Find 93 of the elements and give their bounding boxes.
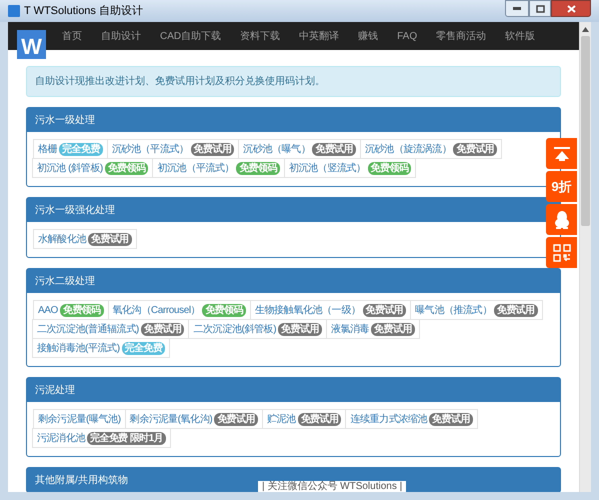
penguin-button[interactable] xyxy=(546,204,577,235)
design-item-link[interactable]: AAO 免费领码 xyxy=(33,300,109,320)
status-badge: 免费试用 xyxy=(190,142,234,156)
back-to-top-button[interactable] xyxy=(546,138,577,169)
item-label: 污泥消化池 xyxy=(37,432,86,446)
status-badge: 免费试用 xyxy=(140,322,184,336)
item-label: 二次沉淀池(斜管板) xyxy=(193,322,276,336)
panel-title: 污泥处理 xyxy=(27,378,560,402)
status-badge: 免费领码 xyxy=(104,162,148,174)
item-label: 生物接触氧化池（一级） xyxy=(254,304,360,318)
design-item-link[interactable]: 贮泥池 免费试用 xyxy=(262,409,346,429)
status-badge: 免费试用 xyxy=(453,142,498,156)
design-item-link[interactable]: 初沉池（竖流式） 免费领码 xyxy=(284,158,416,178)
design-item-link[interactable]: 连续重力式浓缩池 免费试用 xyxy=(345,409,478,429)
design-item-link[interactable]: 格栅 完全免费 xyxy=(33,139,108,159)
panel-title: 污水二级处理 xyxy=(27,269,560,293)
design-item-link[interactable]: 生物接触氧化池（一级） 免费试用 xyxy=(250,300,412,320)
status-badge: 完全免费 限时1月 xyxy=(87,432,166,444)
status-badge: 免费试用 xyxy=(88,232,132,246)
status-badge: 免费试用 xyxy=(298,412,342,426)
nav-link[interactable]: CAD自助下载 xyxy=(160,28,222,44)
design-item-link[interactable]: 沉砂池（曝气） 免费试用 xyxy=(238,139,362,159)
design-item-link[interactable]: 液氯消毒 免费试用 xyxy=(326,319,420,339)
item-label: 初沉池 (斜管板) xyxy=(37,162,103,176)
item-label: 接触消毒池(平流式) xyxy=(37,342,120,356)
design-item-link[interactable]: 初沉池 (斜管板) 免费领码 xyxy=(32,158,154,178)
panel-title: 污水一级强化处理 xyxy=(27,198,560,222)
design-item-link[interactable]: 污泥消化池 完全免费 限时1月 xyxy=(32,428,171,448)
status-badge: 免费试用 xyxy=(371,322,415,336)
item-label: 沉砂池（曝气） xyxy=(243,142,310,156)
design-item-link[interactable]: 沉砂池（旋流涡流） 免费试用 xyxy=(360,139,502,159)
design-item-link[interactable]: 氧化沟（Carrousel） 免费领码 xyxy=(108,300,251,320)
logo: W xyxy=(17,30,46,59)
design-item-link[interactable]: 接触消毒池(平流式) 完全免费 xyxy=(32,338,170,358)
status-badge: 完全免费 xyxy=(59,142,103,156)
design-item-link[interactable]: 沉砂池（平流式） 免费试用 xyxy=(106,139,240,159)
arrow-up-icon xyxy=(554,146,570,160)
item-label: 沉砂池（旋流涡流） xyxy=(365,142,452,156)
minimize-icon xyxy=(513,7,521,10)
status-badge: 免费领码 xyxy=(60,304,104,316)
notice-alert: 自助设计现推出改进计划、免费试用计划及积分兑换使用码计划。 xyxy=(26,66,561,97)
design-item-link[interactable]: 二次沉淀池(普通辐流式) 免费试用 xyxy=(32,319,190,339)
item-label: 初沉池（平流式） xyxy=(157,162,234,176)
item-label: 初沉池（竖流式） xyxy=(288,162,366,176)
item-label: 沉砂池（平流式） xyxy=(112,142,189,156)
nav-link[interactable]: 中英翻译 xyxy=(299,28,340,44)
design-item-link[interactable]: 剩余污泥量(氧化沟) 免费试用 xyxy=(124,409,263,429)
minimize-button[interactable] xyxy=(505,0,529,17)
item-label: 水解酸化池 xyxy=(38,232,86,246)
close-button[interactable] xyxy=(551,0,591,17)
status-badge: 免费试用 xyxy=(278,322,322,336)
qr-code-icon xyxy=(552,244,570,262)
nav-link[interactable]: 首页 xyxy=(62,28,82,44)
nav-link[interactable]: FAQ xyxy=(397,28,418,44)
scrollbar-thumb[interactable] xyxy=(581,36,590,226)
nav-link[interactable]: 软件版 xyxy=(505,28,536,44)
close-icon xyxy=(566,4,576,12)
status-badge: 免费试用 xyxy=(494,304,538,316)
item-label: 贮泥池 xyxy=(266,412,296,426)
item-label: 氧化沟（Carrousel） xyxy=(112,304,200,318)
item-label: 格栅 xyxy=(38,142,58,156)
item-label: 剩余污泥量(氧化沟) xyxy=(130,412,212,426)
status-badge: 免费领码 xyxy=(202,304,246,316)
maximize-button[interactable] xyxy=(529,0,551,17)
panel-title: 污水一级处理 xyxy=(27,108,560,132)
scroll-up-icon xyxy=(582,27,589,32)
item-label: 剩余污泥量(曝气池) xyxy=(38,412,121,426)
nav-link[interactable]: 资料下载 xyxy=(240,28,280,44)
item-label: 液氯消毒 xyxy=(330,322,370,336)
design-item-link[interactable]: 曝气池（推流式） 免费试用 xyxy=(410,300,543,320)
penguin-icon xyxy=(554,210,570,228)
item-label: 连续重力式浓缩池 xyxy=(350,412,428,426)
status-badge: 免费试用 xyxy=(312,142,356,156)
nav-link[interactable]: 赚钱 xyxy=(358,28,378,44)
item-label: AAO xyxy=(38,304,58,318)
design-item-link[interactable]: 剩余污泥量(曝气池) xyxy=(33,409,126,429)
qr-code-button[interactable] xyxy=(546,237,577,268)
nav-link[interactable]: 自助设计 xyxy=(101,28,141,44)
design-item-link[interactable]: 水解酸化池 免费试用 xyxy=(33,229,137,249)
app-icon xyxy=(8,5,20,17)
footer-text: | 关注微信公众号 WTSolutions | xyxy=(258,481,406,492)
status-badge: 免费试用 xyxy=(214,412,258,426)
item-label: 二次沉淀池(普通辐流式) xyxy=(37,322,139,336)
status-badge: 免费试用 xyxy=(429,412,473,426)
nav-link[interactable]: 零售商活动 xyxy=(436,28,486,44)
item-label: 曝气池（推流式） xyxy=(415,304,492,318)
maximize-icon xyxy=(536,4,544,12)
status-badge: 免费试用 xyxy=(362,304,406,316)
status-badge: 免费领码 xyxy=(368,162,412,174)
status-badge: 免费领码 xyxy=(236,162,280,174)
discount-button[interactable]: 9折 xyxy=(546,171,577,202)
window-title: T WTSolutions 自助设计 xyxy=(24,4,143,19)
status-badge: 完全免费 xyxy=(122,342,166,354)
